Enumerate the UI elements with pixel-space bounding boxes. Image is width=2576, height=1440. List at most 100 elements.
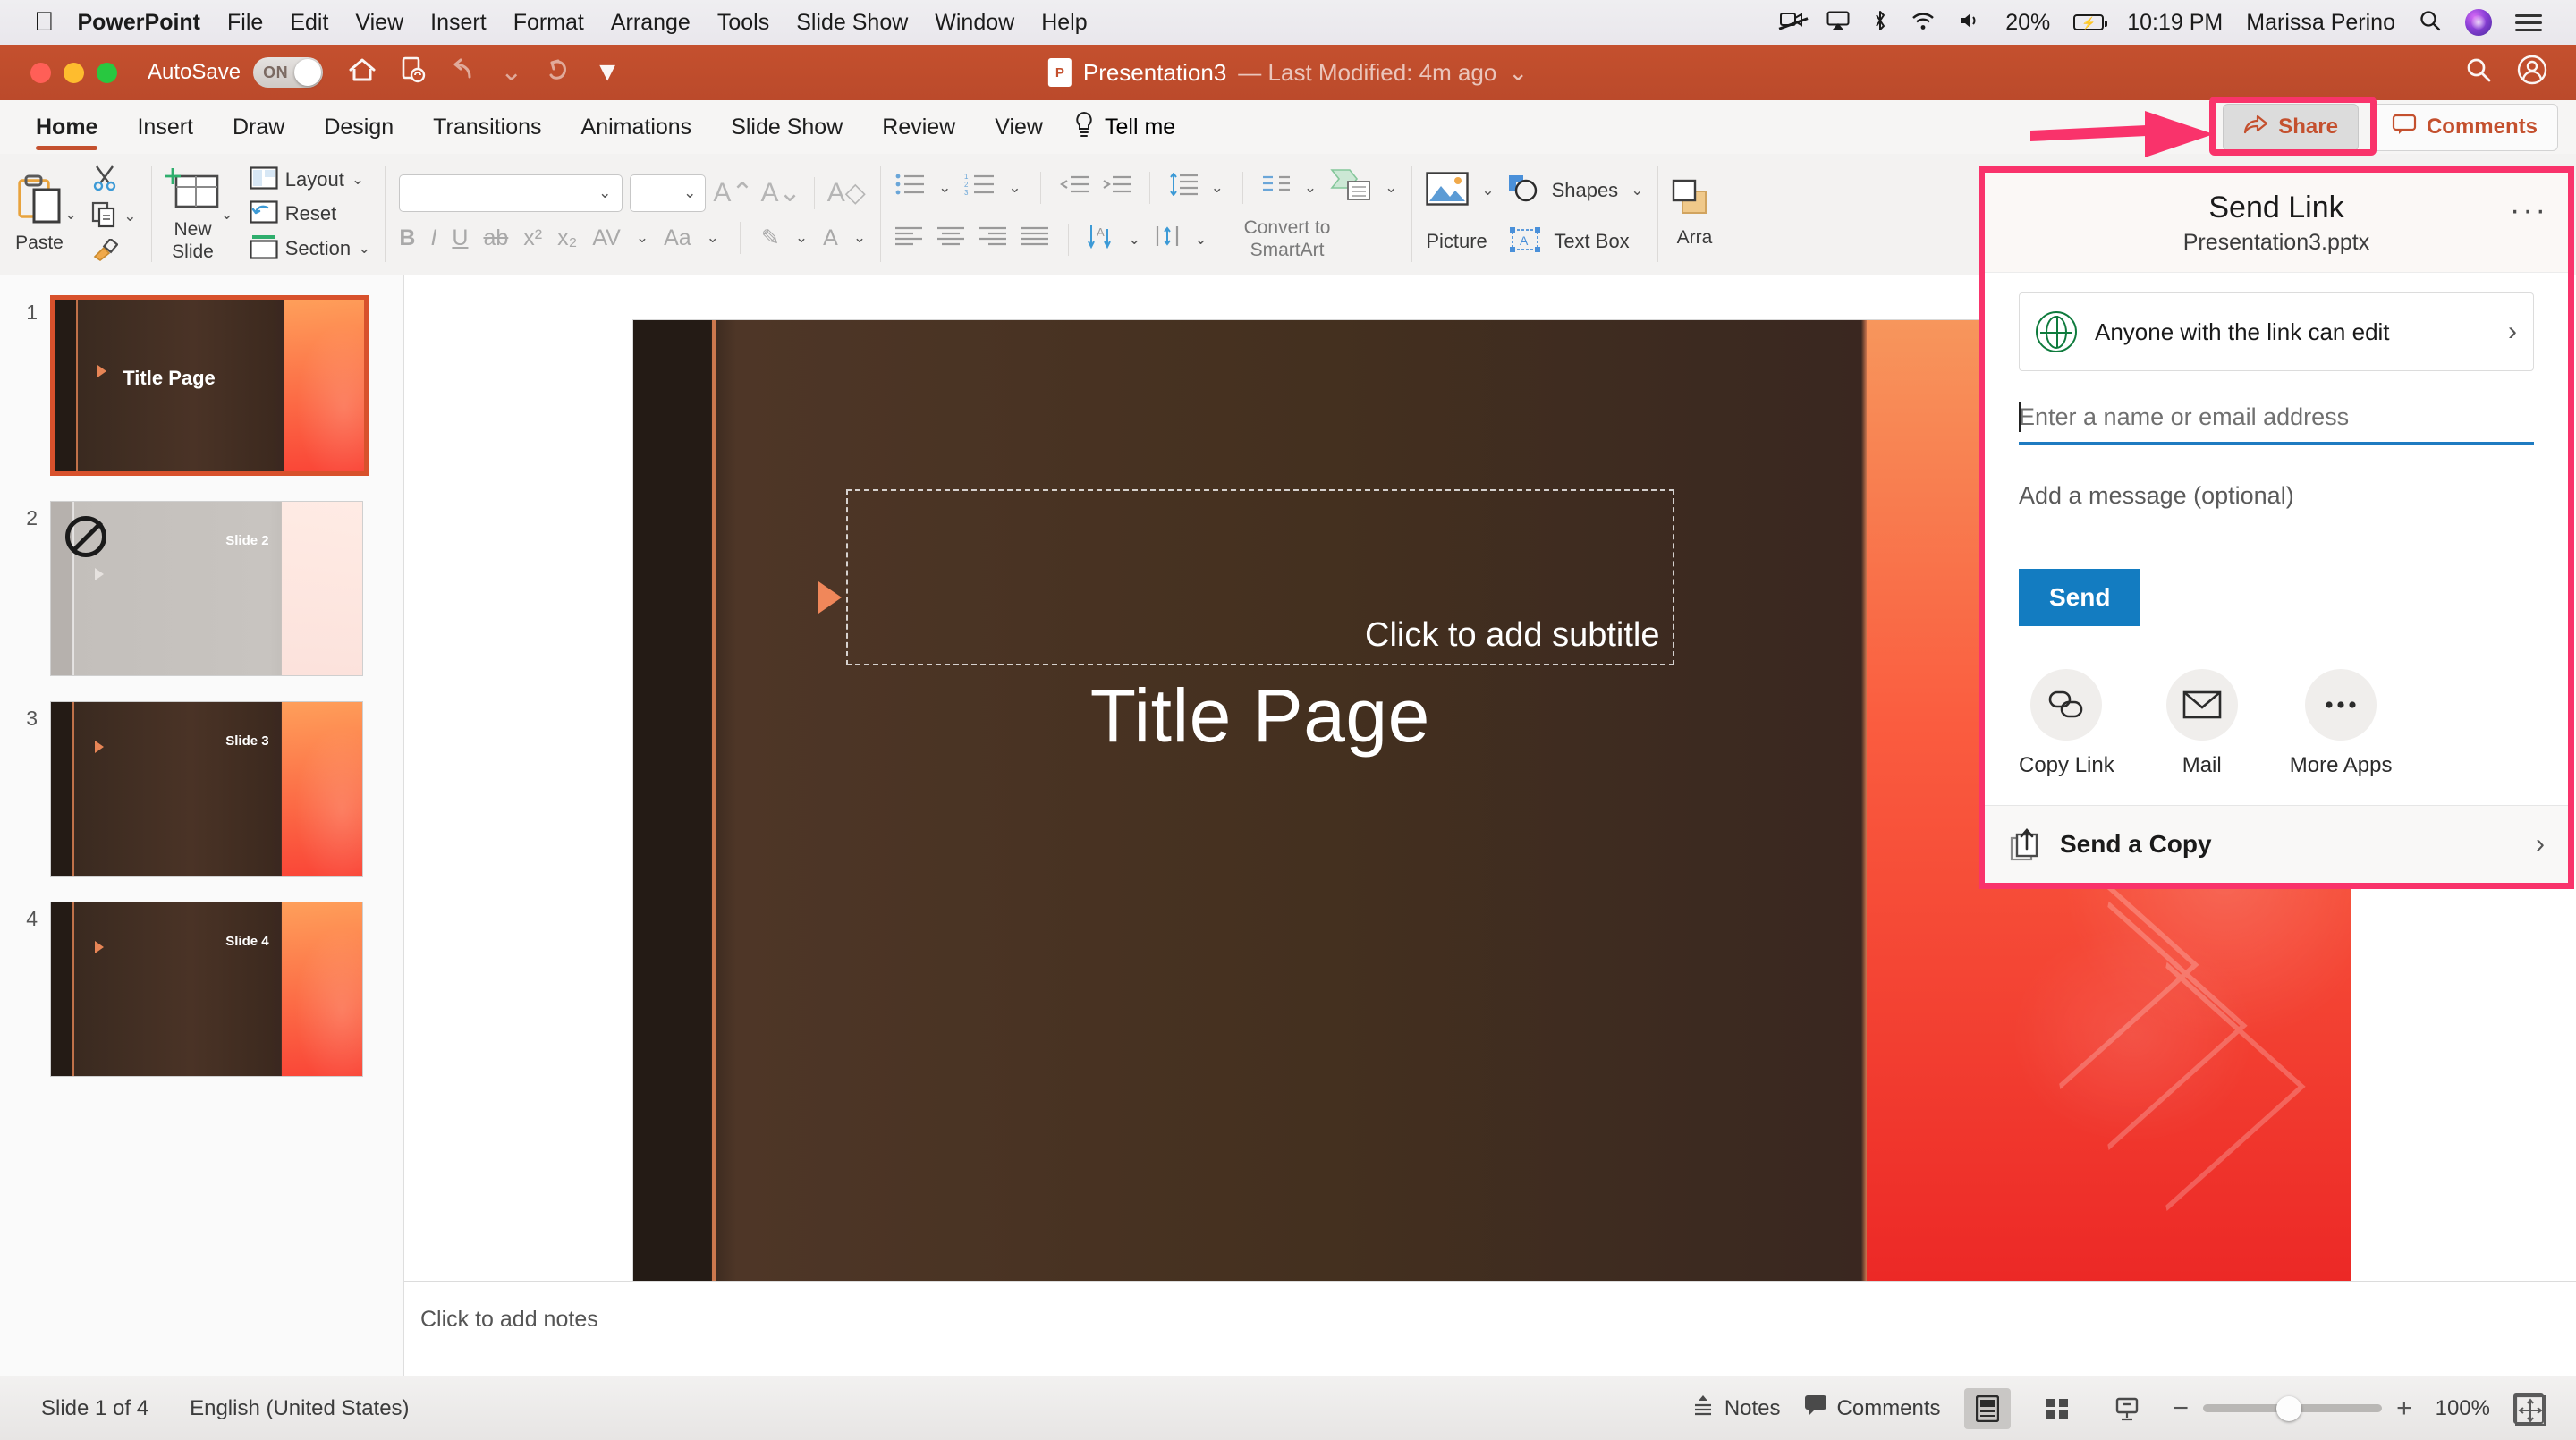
bold-button[interactable]: B [399, 225, 415, 251]
character-spacing-dropdown-icon[interactable]: ⌄ [636, 229, 648, 247]
minimize-window-button[interactable] [64, 62, 84, 83]
slide-thumbnail-2[interactable]: Slide 2 [50, 501, 363, 676]
cut-icon[interactable] [91, 164, 118, 194]
tab-slide-show[interactable]: Slide Show [711, 100, 862, 154]
menu-format[interactable]: Format [513, 10, 584, 36]
zoom-out-button[interactable]: − [2174, 1393, 2190, 1424]
change-case-dropdown-icon[interactable]: ⌄ [707, 229, 719, 247]
tab-draw[interactable]: Draw [213, 100, 304, 154]
font-color-icon[interactable]: A [823, 225, 838, 251]
align-left-icon[interactable] [894, 225, 923, 253]
menu-app-name[interactable]: PowerPoint [78, 10, 201, 36]
tab-transitions[interactable]: Transitions [413, 100, 561, 154]
comments-button[interactable]: Comments [2370, 103, 2558, 151]
align-center-icon[interactable] [936, 225, 965, 253]
chevron-right-icon[interactable]: › [2536, 829, 2545, 860]
menu-slide-show[interactable]: Slide Show [796, 10, 908, 36]
tab-review[interactable]: Review [862, 100, 975, 154]
apple-logo-icon[interactable]:  [34, 9, 55, 36]
menu-arrange[interactable]: Arrange [611, 10, 691, 36]
layout-button[interactable]: Layout ⌄ [250, 165, 364, 193]
zoom-track[interactable] [2203, 1396, 2383, 1421]
numbering-dropdown-icon[interactable]: ⌄ [1008, 179, 1021, 197]
change-case-button[interactable]: Aa [664, 225, 691, 251]
slide-thumbnail-4[interactable]: Slide 4 [50, 902, 363, 1077]
user-name-label[interactable]: Marissa Perino [2246, 10, 2395, 36]
layout-dropdown-icon[interactable]: ⌄ [352, 171, 364, 189]
align-text-dropdown-icon[interactable]: ⌄ [1194, 231, 1207, 249]
smartart-icon[interactable] [1330, 167, 1371, 208]
send-a-copy-row[interactable]: Send a Copy › [1985, 805, 2568, 883]
subscript-button[interactable]: x₂ [557, 225, 577, 251]
copy-link-button[interactable]: Copy Link [2019, 669, 2114, 778]
picture-dropdown-icon[interactable]: ⌄ [1481, 182, 1494, 199]
text-box-icon[interactable]: A [1509, 226, 1541, 257]
normal-view-button[interactable] [1963, 1387, 2011, 1429]
tab-design[interactable]: Design [304, 100, 413, 154]
section-dropdown-icon[interactable]: ⌄ [358, 240, 370, 258]
copy-dropdown-icon[interactable]: ⌄ [123, 208, 136, 225]
control-center-icon[interactable] [2515, 13, 2542, 31]
redo-icon[interactable] [546, 57, 571, 88]
spotlight-search-icon[interactable] [2419, 9, 2442, 37]
account-avatar-icon[interactable] [2517, 55, 2547, 90]
autosave-toggle[interactable]: ON [253, 57, 324, 88]
share-button[interactable]: Share [2223, 103, 2359, 151]
columns-icon[interactable] [1262, 174, 1291, 200]
menu-window[interactable]: Window [935, 10, 1014, 36]
copy-button[interactable]: ⌄ [91, 201, 137, 232]
numbering-icon[interactable]: 123 [964, 173, 995, 202]
home-icon[interactable] [348, 56, 377, 89]
text-direction-dropdown-icon[interactable]: ⌄ [1128, 231, 1140, 249]
more-options-icon[interactable]: ··· [2510, 195, 2548, 224]
tell-me-search[interactable]: Tell me [1063, 111, 1175, 144]
font-size-select[interactable]: ⌄ [630, 174, 707, 212]
menu-tools[interactable]: Tools [717, 10, 769, 36]
increase-indent-icon[interactable] [1102, 174, 1131, 201]
airplay-icon[interactable] [1826, 11, 1850, 35]
decrease-font-size-icon[interactable]: A⌄ [761, 180, 801, 207]
wifi-icon[interactable] [1911, 11, 1936, 35]
slide-thumbnail-panel[interactable]: 1 Title Page 2 Slide 2 3 Slide 3 4 Slide… [0, 275, 404, 1376]
bullets-icon[interactable] [894, 173, 925, 202]
paste-button[interactable]: Paste [14, 174, 64, 254]
paste-dropdown-icon[interactable]: ⌄ [64, 206, 77, 224]
more-apps-button[interactable]: More Apps [2290, 669, 2392, 778]
tab-home[interactable]: Home [16, 100, 117, 154]
zoom-knob[interactable] [2276, 1396, 2302, 1421]
text-highlight-icon[interactable]: ✎ [761, 224, 780, 251]
message-input[interactable]: Add a message (optional) [2019, 482, 2534, 510]
zoom-slider[interactable]: − + [2174, 1393, 2412, 1424]
line-spacing-icon[interactable] [1169, 172, 1198, 202]
decrease-indent-icon[interactable] [1059, 174, 1089, 201]
close-window-button[interactable] [30, 62, 51, 83]
menu-file[interactable]: File [227, 10, 263, 36]
battery-charging-icon[interactable]: ⚡ [2073, 14, 2108, 30]
reset-button[interactable]: Reset [250, 199, 336, 227]
align-right-icon[interactable] [979, 225, 1007, 253]
underline-button[interactable]: U [452, 225, 468, 251]
convert-to-smartart-button[interactable]: Convert to SmartArt [1244, 217, 1331, 260]
comments-toggle-button[interactable]: Comments [1804, 1394, 1941, 1422]
slide-sorter-view-button[interactable] [2034, 1388, 2080, 1429]
section-button[interactable]: Section ⌄ [250, 234, 370, 263]
send-link-popover[interactable]: Send Link Presentation3.pptx ··· Anyone … [1979, 166, 2574, 889]
clock-label[interactable]: 10:19 PM [2127, 10, 2223, 36]
strikethrough-button[interactable]: ab [483, 225, 508, 251]
search-icon[interactable] [2465, 56, 2492, 89]
volume-icon[interactable] [1959, 11, 1982, 35]
slide-thumbnail-1[interactable]: Title Page [50, 295, 369, 476]
maximize-window-button[interactable] [97, 62, 117, 83]
slide-thumbnail-row[interactable]: 3 Slide 3 [0, 701, 403, 877]
menu-help[interactable]: Help [1041, 10, 1087, 36]
undo-dropdown-icon[interactable]: ⌄ [500, 59, 522, 86]
shapes-icon[interactable] [1507, 174, 1539, 208]
recipient-input[interactable]: Enter a name or email address [2019, 402, 2534, 445]
new-slide-button[interactable]: New Slide [164, 165, 221, 262]
tab-insert[interactable]: Insert [117, 100, 213, 154]
zoom-in-button[interactable]: + [2396, 1393, 2412, 1424]
chevron-right-icon[interactable]: › [2508, 317, 2517, 347]
align-text-icon[interactable] [1154, 224, 1181, 255]
clear-formatting-icon[interactable]: A◇ [827, 180, 866, 207]
superscript-button[interactable]: x² [523, 225, 542, 251]
